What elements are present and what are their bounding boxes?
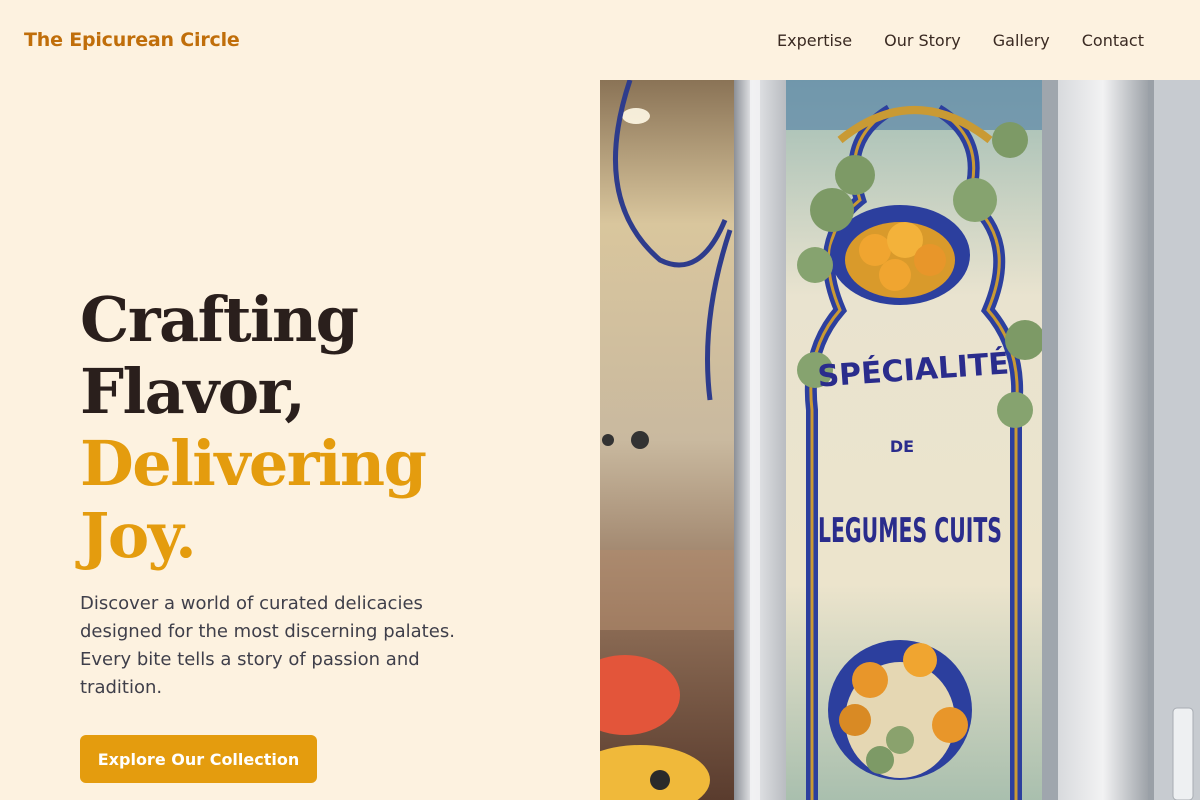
main-nav: Expertise Our Story Gallery Contact — [777, 31, 1144, 50]
headline-line-2: Flavor, — [80, 355, 306, 428]
hero-image: SPÉCIALITÉ DE LEGUMES CUITS — [600, 80, 1200, 800]
headline-accent-line-1: Delivering — [80, 427, 427, 500]
hero-headline: Crafting Flavor, Delivering Joy. — [80, 284, 540, 572]
shop-sign-photo: SPÉCIALITÉ DE LEGUMES CUITS — [600, 80, 1200, 800]
headline-accent-line-2: Joy. — [80, 499, 197, 572]
nav-item-expertise[interactable]: Expertise — [777, 31, 852, 50]
hero-text: Crafting Flavor, Delivering Joy. Discove… — [80, 284, 540, 702]
explore-collection-button[interactable]: Explore Our Collection — [80, 735, 317, 783]
sign-text-legumes-cuits: LEGUMES CUITS — [818, 511, 1002, 551]
nav-item-gallery[interactable]: Gallery — [993, 31, 1050, 50]
hero-description: Discover a world of curated delicacies d… — [80, 593, 455, 698]
site-header: The Epicurean Circle Expertise Our Story… — [0, 0, 1200, 80]
landing-page: The Epicurean Circle Expertise Our Story… — [0, 0, 1200, 800]
brand-logo[interactable]: The Epicurean Circle — [24, 29, 240, 51]
sign-text-de: DE — [890, 437, 914, 456]
nav-item-our-story[interactable]: Our Story — [884, 31, 961, 50]
bottom-flower-cluster — [828, 640, 972, 780]
nav-item-contact[interactable]: Contact — [1082, 31, 1144, 50]
headline-line-1: Crafting — [80, 283, 359, 356]
